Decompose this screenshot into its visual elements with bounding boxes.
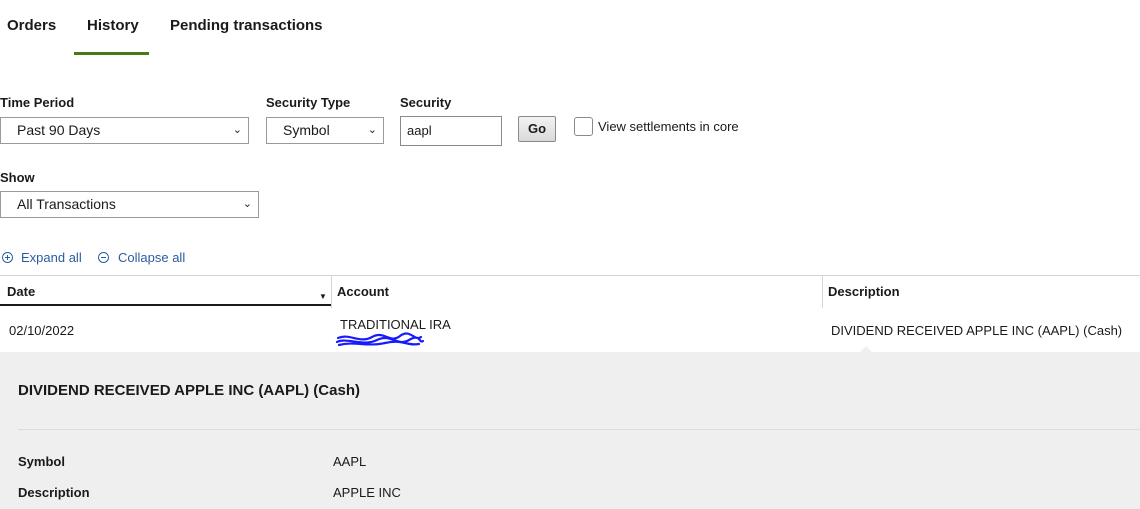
time-period-value: Past 90 Days [17,122,101,138]
chevron-down-icon: ⌄ [242,198,252,210]
sort-descending-icon[interactable]: ▼ [319,292,327,301]
account-column-header: Account [337,284,389,299]
security-type-label: Security Type [266,95,351,110]
sort-indicator-underline [0,304,331,306]
expand-all-link[interactable]: Expand all [21,250,82,265]
time-period-select[interactable]: Past 90 Days ⌄ [0,117,249,144]
row-description-link[interactable]: DIVIDEND RECEIVED APPLE INC (AAPL) (Cash… [831,323,1122,338]
tab-history[interactable]: History [87,17,139,34]
detail-symbol-label: Symbol [18,454,65,469]
active-tab-indicator [74,52,149,55]
tab-bar: Orders History Pending transactions [0,0,400,55]
plus-circle-icon[interactable] [2,252,13,263]
view-settlements-checkbox[interactable] [574,117,593,136]
row-date: 02/10/2022 [9,323,75,338]
description-column-header: Description [828,284,900,299]
row-account: TRADITIONAL IRA [340,317,451,332]
show-value: All Transactions [17,196,116,212]
tab-orders[interactable]: Orders [7,17,56,34]
detail-symbol-link[interactable]: AAPL [333,454,366,469]
view-settlements-label: View settlements in core [598,119,739,134]
collapse-all-link[interactable]: Collapse all [118,250,185,265]
date-column-header[interactable]: Date [7,276,35,307]
chevron-down-icon: ⌄ [232,124,242,136]
security-input[interactable]: aapl [400,116,502,146]
security-type-value: Symbol [283,122,330,138]
show-select[interactable]: All Transactions ⌄ [0,191,259,218]
chevron-down-icon: ⌄ [367,124,377,136]
divider [18,429,1140,430]
detail-description-value: APPLE INC [333,485,401,500]
detail-description-label: Description [18,485,90,500]
tab-pending-transactions[interactable]: Pending transactions [170,17,323,34]
minus-circle-icon[interactable] [98,252,109,263]
redacted-account-number-scribble [335,332,425,347]
column-divider [331,276,332,308]
go-button[interactable]: Go [518,116,556,142]
show-label: Show [0,170,35,185]
column-divider [822,276,823,308]
security-label: Security [400,95,452,110]
detail-title: DIVIDEND RECEIVED APPLE INC (AAPL) (Cash… [18,382,360,399]
time-period-label: Time Period [0,95,75,110]
security-type-select[interactable]: Symbol ⌄ [266,117,384,144]
transaction-detail-panel [0,352,1140,509]
